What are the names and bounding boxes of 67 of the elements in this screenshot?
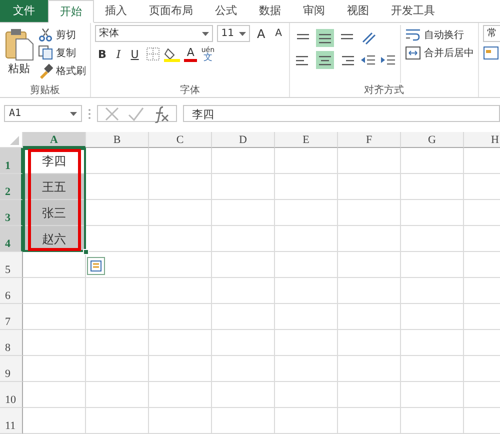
underline-button[interactable]: U <box>128 48 142 60</box>
caret-icon <box>202 32 210 36</box>
wrap-text-button[interactable]: 自动换行 <box>405 27 474 42</box>
bold-button[interactable]: B <box>95 48 110 60</box>
quick-analysis-icon[interactable] <box>87 257 105 275</box>
ribbon-tab[interactable]: 插入 <box>94 0 138 22</box>
column-header[interactable]: A <box>23 132 86 148</box>
increase-font-button[interactable]: A <box>254 26 268 40</box>
row-header[interactable]: 5 <box>0 252 23 278</box>
ribbon-tab[interactable]: 公式 <box>204 0 248 22</box>
copy-button[interactable]: 复制 <box>38 45 86 60</box>
number-format-dropdown[interactable]: 常 <box>483 25 500 42</box>
merge-cells-icon <box>405 46 421 60</box>
row-header[interactable]: 3 <box>0 200 23 226</box>
format-painter-button[interactable]: 格式刷 <box>38 63 86 78</box>
align-middle-icon[interactable] <box>316 29 334 47</box>
paintbrush-icon <box>38 62 53 78</box>
font-color-button[interactable]: A <box>184 46 198 62</box>
font-name-dropdown[interactable]: 宋体 <box>95 25 214 42</box>
column-header[interactable]: F <box>338 132 401 148</box>
conditional-format-icon[interactable] <box>483 46 499 60</box>
ribbon-tab[interactable]: 数据 <box>248 0 292 22</box>
decrease-font-button[interactable]: A <box>272 28 285 39</box>
italic-button[interactable]: I <box>113 48 124 60</box>
row-header[interactable]: 6 <box>0 278 23 304</box>
row-header[interactable]: 7 <box>0 304 23 330</box>
merge-center-button[interactable]: 合并后居中 <box>405 45 474 60</box>
border-icon[interactable] <box>146 47 160 61</box>
column-header[interactable]: C <box>149 132 212 148</box>
row-header[interactable]: 4 <box>0 226 23 252</box>
row-header[interactable]: 8 <box>0 330 23 356</box>
row-header[interactable]: 10 <box>0 382 23 408</box>
check-icon[interactable] <box>128 106 144 122</box>
ribbon-tab[interactable]: 页面布局 <box>138 0 204 22</box>
ribbon-tab[interactable]: 开始 <box>48 0 94 23</box>
align-center-icon[interactable] <box>316 51 334 69</box>
clipboard-icon <box>4 27 34 61</box>
group-label: 剪贴板 <box>29 84 61 97</box>
insert-function-icon[interactable] <box>152 104 170 122</box>
paste-button[interactable]: 粘贴 <box>4 25 34 83</box>
group-label: 字体 <box>179 84 201 97</box>
wrap-text-icon <box>405 28 421 42</box>
fill-color-icon[interactable] <box>164 46 180 62</box>
caret-icon <box>238 32 246 36</box>
column-header[interactable]: G <box>401 132 464 148</box>
grip-icon <box>88 108 91 120</box>
cut-button[interactable]: 剪切 <box>38 27 86 42</box>
row-header[interactable]: 11 <box>0 408 23 434</box>
ribbon-tab[interactable]: 视图 <box>336 0 380 22</box>
column-header[interactable]: E <box>275 132 338 148</box>
column-header[interactable]: D <box>212 132 275 148</box>
ribbon-tab[interactable]: 文件 <box>0 0 48 22</box>
column-header[interactable]: H <box>464 132 500 148</box>
scissors-icon <box>38 26 53 42</box>
formula-input[interactable]: 李四 <box>183 105 500 122</box>
row-header[interactable]: 1 <box>0 148 23 174</box>
group-label: 对齐方式 <box>363 84 405 97</box>
caret-icon <box>70 112 77 116</box>
name-box[interactable]: A1 <box>4 105 82 122</box>
row-header[interactable]: 2 <box>0 174 23 200</box>
font-size-dropdown[interactable]: 11 <box>217 25 250 42</box>
ribbon-tab[interactable]: 开发工具 <box>380 0 446 22</box>
ribbon-tab[interactable]: 审阅 <box>292 0 336 22</box>
fill-handle[interactable] <box>83 249 89 255</box>
column-header[interactable]: B <box>86 132 149 148</box>
copy-icon <box>38 44 53 60</box>
row-header[interactable]: 9 <box>0 356 23 382</box>
